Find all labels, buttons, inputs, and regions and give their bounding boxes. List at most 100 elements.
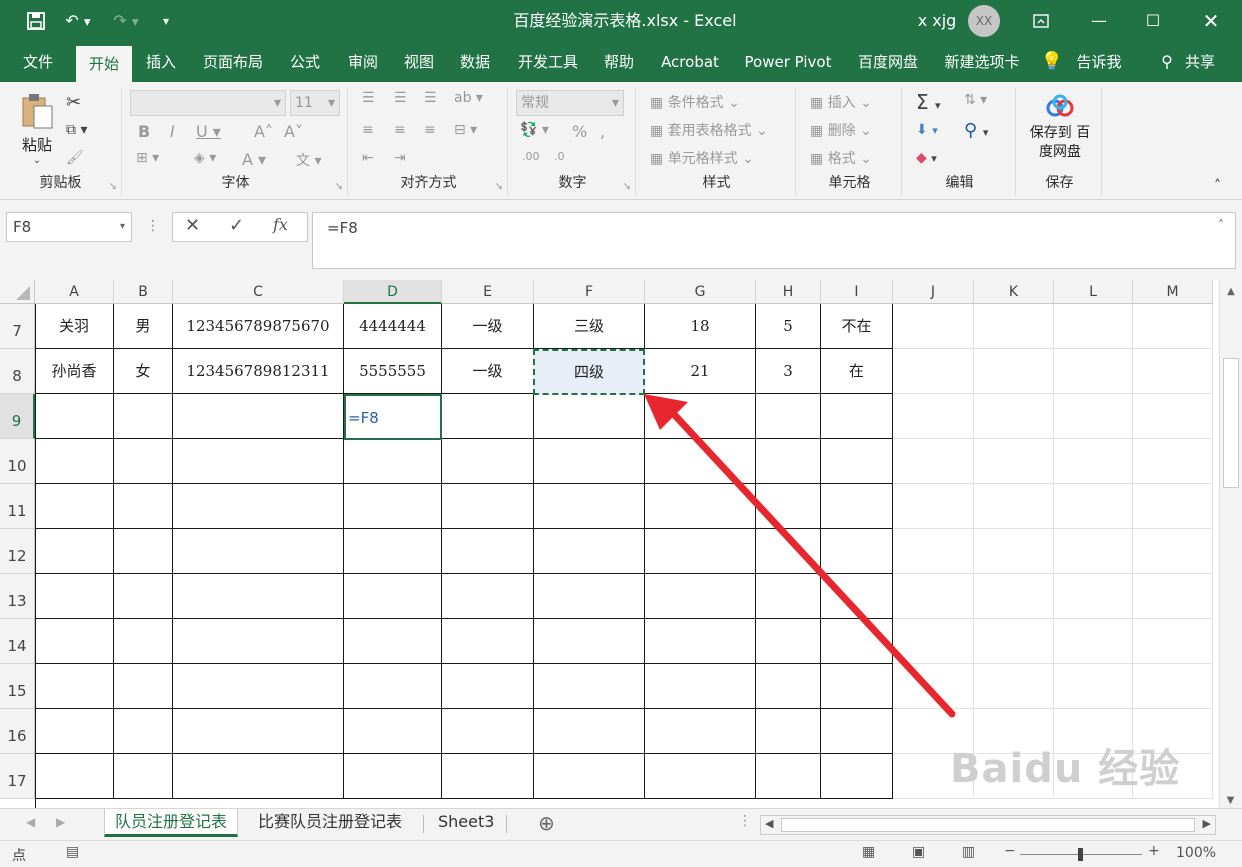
column-header-I[interactable]: I [821,280,893,304]
cell-J9[interactable] [893,394,974,439]
cell-G16[interactable] [645,709,756,754]
cell-G8[interactable]: 21 [645,349,756,394]
delete-cells-button[interactable]: ▦ 删除 ⌄ [810,120,872,140]
zoom-in-icon[interactable]: + [1148,843,1160,859]
cell-J10[interactable] [893,439,974,484]
row-header-17[interactable]: 17 [0,754,35,799]
scroll-down-icon[interactable]: ▼ [1220,795,1241,806]
cell-styles-button[interactable]: ▦ 单元格样式 ⌄ [650,148,754,168]
currency-icon[interactable]: 💱 ▾ [520,122,549,138]
cell-B17[interactable] [114,754,173,799]
cell-C9[interactable] [173,394,344,439]
cell-H16[interactable] [756,709,821,754]
prev-sheet-icon[interactable]: ◀ [26,815,35,829]
cell-D13[interactable] [344,574,442,619]
cell-I16[interactable] [821,709,893,754]
cell-A12[interactable] [35,529,114,574]
cell-E13[interactable] [442,574,534,619]
cancel-icon[interactable]: ✕ [185,215,200,236]
cell-D8[interactable]: 5555555 [344,349,442,394]
copy-icon[interactable]: ⧉ ▾ [66,122,87,138]
cell-K13[interactable] [974,574,1054,619]
cell-G14[interactable] [645,619,756,664]
cell-F9[interactable] [534,394,645,439]
align-middle-icon[interactable]: ☰ [394,90,407,106]
cell-E7[interactable]: 一级 [442,304,534,349]
cell-A10[interactable] [35,439,114,484]
cell-H7[interactable]: 5 [756,304,821,349]
cell-I12[interactable] [821,529,893,574]
cell-K11[interactable] [974,484,1054,529]
row-header-13[interactable]: 13 [0,574,35,619]
cell-H15[interactable] [756,664,821,709]
decrease-indent-icon[interactable]: ⇤ [362,150,374,166]
cell-B12[interactable] [114,529,173,574]
column-header-C[interactable]: C [173,280,344,304]
border-icon[interactable]: ⊞ ▾ [136,150,159,166]
cell-G17[interactable] [645,754,756,799]
tab-data[interactable]: 数据 [452,42,498,82]
cell-G9[interactable] [645,394,756,439]
tab-help[interactable]: 帮助 [596,42,642,82]
avatar[interactable]: XX [968,5,1000,37]
user-name[interactable]: x xjg [912,0,962,42]
cell-I14[interactable] [821,619,893,664]
cell-K14[interactable] [974,619,1054,664]
cell-L15[interactable] [1054,664,1133,709]
fill-icon[interactable]: ⬇ ▾ [916,122,938,138]
cell-J7[interactable] [893,304,974,349]
number-launcher-icon[interactable]: ↘ [623,181,631,192]
cell-K15[interactable] [974,664,1054,709]
cell-H11[interactable] [756,484,821,529]
column-header-B[interactable]: B [114,280,173,304]
font-launcher-icon[interactable]: ↘ [335,181,343,192]
cell-H10[interactable] [756,439,821,484]
cell-A15[interactable] [35,664,114,709]
column-header-J[interactable]: J [893,280,974,304]
sheet-tab-2[interactable]: 比赛队员注册登记表 [248,809,412,837]
cell-J11[interactable] [893,484,974,529]
cell-D10[interactable] [344,439,442,484]
cell-E10[interactable] [442,439,534,484]
cell-L8[interactable] [1054,349,1133,394]
cell-C14[interactable] [173,619,344,664]
cell-D17[interactable] [344,754,442,799]
cell-I11[interactable] [821,484,893,529]
cell-G12[interactable] [645,529,756,574]
cell-H9[interactable] [756,394,821,439]
fill-color-icon[interactable]: ◈ ▾ [194,150,216,166]
column-header-L[interactable]: L [1054,280,1133,304]
cell-C15[interactable] [173,664,344,709]
cell-C16[interactable] [173,709,344,754]
orientation-icon[interactable]: ab ▾ [454,90,483,106]
cell-F17[interactable] [534,754,645,799]
zoom-slider-thumb[interactable] [1078,848,1083,861]
zoom-slider[interactable] [1020,848,1142,861]
scroll-left-icon[interactable]: ◀ [765,817,773,830]
cell-E14[interactable] [442,619,534,664]
cell-I10[interactable] [821,439,893,484]
paste-button[interactable]: 粘贴 ⌄ [14,92,60,172]
cell-M13[interactable] [1133,574,1213,619]
font-color-icon[interactable]: A ▾ [242,150,266,169]
row-header-15[interactable]: 15 [0,664,35,709]
column-header-H[interactable]: H [756,280,821,304]
row-header-10[interactable]: 10 [0,439,35,484]
cell-K9[interactable] [974,394,1054,439]
cell-I9[interactable] [821,394,893,439]
sort-filter-icon[interactable]: ⇅ ▾ [964,92,987,108]
cell-E16[interactable] [442,709,534,754]
align-right-icon[interactable]: ≡ [424,122,436,138]
percent-icon[interactable]: % [572,122,587,141]
cell-J12[interactable] [893,529,974,574]
cell-M9[interactable] [1133,394,1213,439]
increase-indent-icon[interactable]: ⇥ [394,150,406,166]
tab-acrobat[interactable]: Acrobat [652,42,728,82]
bold-icon[interactable]: B [138,122,150,141]
cell-F7[interactable]: 三级 [534,304,645,349]
row-header-12[interactable]: 12 [0,529,35,574]
cell-B13[interactable] [114,574,173,619]
tab-split-handle-icon[interactable]: ⋮ [738,813,752,829]
customize-qat-icon[interactable]: ▾ [156,0,176,42]
underline-icon[interactable]: U ▾ [196,122,221,141]
